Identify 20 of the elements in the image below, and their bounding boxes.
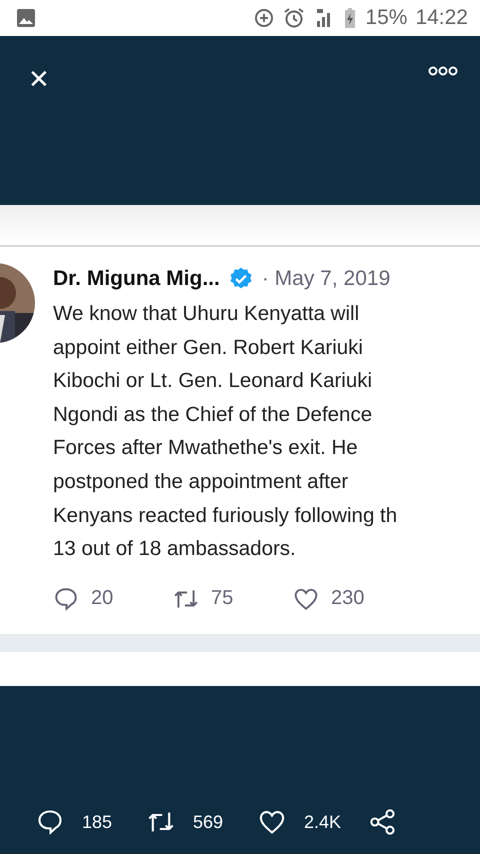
action-count: 20 <box>91 587 114 610</box>
action-count: 2.4K <box>304 812 342 832</box>
author-name[interactable]: Dr. Miguna Mig... <box>53 267 220 291</box>
tweet-date: · May 7, 2019 <box>262 267 390 291</box>
tweet-text: We know that Uhuru Kenyatta will appoint either Gen. Robert Kariuki Kibochi or Lt. Gen. Leonard Kariuki Ngondi as the Chief of the Defence Forces after Mwathethe's exit. He postponed the appointment after Kenyans reacted furiously following th 13 out of 18 ambassadors. <box>53 301 398 562</box>
action-count: 230 <box>331 587 364 610</box>
more-icon[interactable] <box>428 66 458 76</box>
heart-icon[interactable] <box>258 808 286 836</box>
battery-level: 15% <box>365 6 408 30</box>
gallery-icon <box>16 8 36 28</box>
action-count: 185 <box>82 812 112 832</box>
action-count: 569 <box>193 812 224 832</box>
battery-icon <box>343 7 358 29</box>
clock: 14:22 <box>415 6 468 30</box>
close-button[interactable]: ✕ <box>28 66 50 92</box>
reply-icon[interactable] <box>36 808 64 836</box>
alarm-icon <box>283 7 306 29</box>
action-count: 75 <box>211 587 234 610</box>
share-icon[interactable] <box>369 808 397 836</box>
data-saver-icon <box>253 7 276 29</box>
